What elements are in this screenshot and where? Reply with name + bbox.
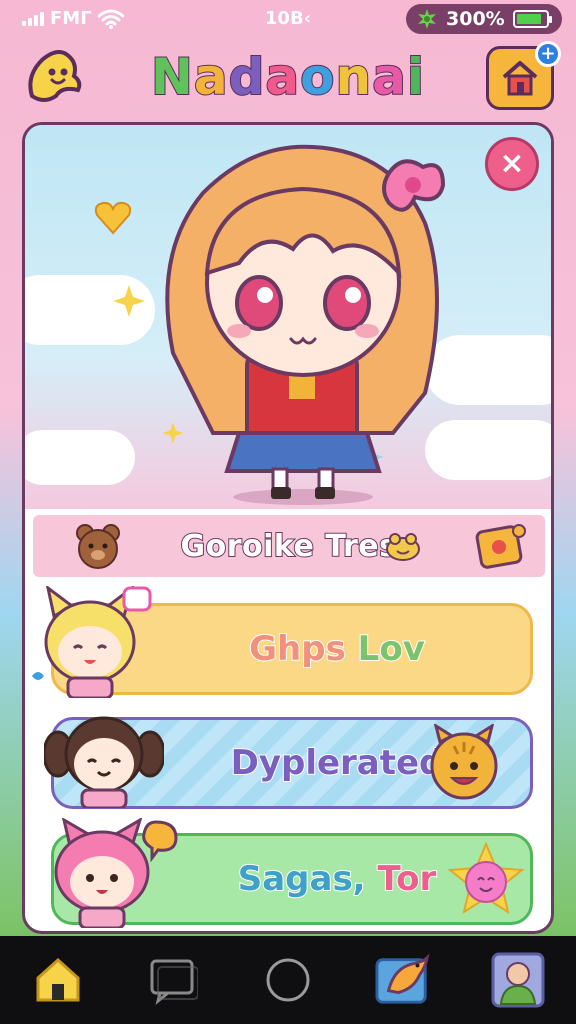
title-letter: a bbox=[193, 47, 229, 107]
nav-chat[interactable] bbox=[145, 952, 201, 1008]
profile-name-bar: Goroike Tres bbox=[33, 515, 545, 577]
status-bar: FMΓ 10Β‹ 300% bbox=[0, 0, 576, 38]
home-icon bbox=[36, 957, 80, 1002]
nav-home[interactable] bbox=[30, 952, 86, 1008]
frog-icon bbox=[386, 533, 420, 561]
bottom-nav bbox=[0, 936, 576, 1024]
home-button[interactable]: + bbox=[486, 41, 561, 110]
title-letter: i bbox=[406, 47, 425, 107]
title-letter: n bbox=[335, 47, 373, 107]
battery-icon bbox=[512, 10, 552, 28]
character-card: × Goroike Tres Ghps Lov Dyplerated Sagas… bbox=[22, 122, 554, 934]
title-letter: o bbox=[299, 47, 336, 107]
close-button[interactable]: × bbox=[485, 137, 539, 191]
option-card-3[interactable]: Sagas, Tor bbox=[51, 818, 533, 928]
nav-profile[interactable] bbox=[490, 952, 546, 1008]
pink-cat-girl-avatar bbox=[54, 818, 178, 928]
title-letter: d bbox=[228, 47, 266, 107]
twin-tail-girl-avatar bbox=[44, 716, 164, 808]
cloud bbox=[25, 430, 135, 485]
heart-icon bbox=[94, 201, 132, 235]
house-icon bbox=[502, 61, 538, 96]
title-letter: N bbox=[150, 47, 194, 107]
nav-fish[interactable] bbox=[375, 952, 431, 1008]
tiger-face-icon bbox=[430, 724, 498, 800]
option-card-1[interactable]: Ghps Lov bbox=[32, 586, 533, 698]
sparkle-icon bbox=[113, 285, 145, 317]
header: Nadaonai + bbox=[0, 40, 576, 116]
battery-percent: 300% bbox=[446, 8, 505, 30]
option-card-2[interactable]: Dyplerated bbox=[44, 716, 533, 809]
title-letter: a bbox=[264, 47, 301, 107]
cat-girl-avatar bbox=[32, 586, 152, 698]
gear-badge-icon bbox=[418, 9, 436, 29]
option-label-1: Ghps Lov bbox=[248, 628, 426, 670]
fish-icon bbox=[375, 953, 430, 1004]
profile-name: Goroike Tres bbox=[179, 528, 398, 565]
chat-icon bbox=[150, 959, 198, 1005]
add-badge[interactable]: + bbox=[535, 41, 561, 67]
puzzle-badge-icon[interactable] bbox=[473, 521, 527, 571]
profile-icon bbox=[491, 952, 545, 1008]
battery-pill: 300% bbox=[406, 4, 562, 34]
character-hero: × bbox=[25, 125, 551, 509]
star-face-icon bbox=[447, 841, 525, 915]
title-letter: a bbox=[371, 47, 407, 107]
character-illustration bbox=[165, 144, 446, 505]
option-label-3: Sagas, Tor bbox=[237, 858, 438, 900]
close-icon: × bbox=[499, 146, 525, 181]
circle-icon bbox=[266, 958, 310, 1002]
nav-circle[interactable] bbox=[260, 952, 316, 1008]
